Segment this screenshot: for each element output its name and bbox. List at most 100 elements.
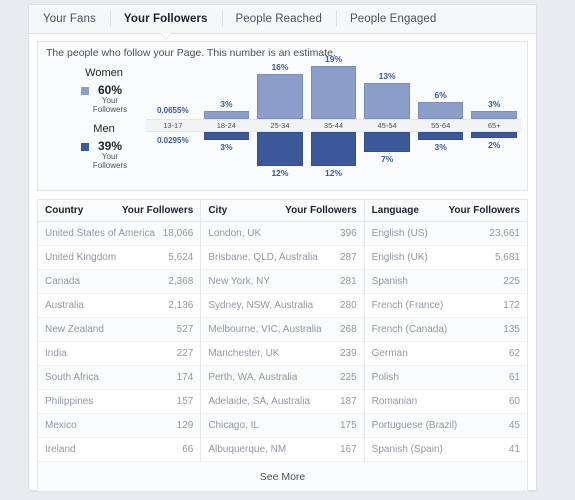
demographics-tables: Country Your Followers United States of Am…: [37, 199, 528, 462]
tab-your-followers[interactable]: Your Followers: [109, 5, 222, 39]
table-row[interactable]: English (UK) 5,681: [364, 246, 527, 270]
table-row[interactable]: Canada 2,368: [38, 270, 201, 294]
bar-men-65+[interactable]: [471, 131, 518, 138]
table-row[interactable]: Polish 61: [364, 366, 527, 390]
row-label: Polish: [371, 372, 399, 383]
tab-label: People Reached: [235, 13, 322, 25]
column-header-name[interactable]: Country: [45, 205, 83, 216]
table-row[interactable]: Romanian 60: [364, 390, 527, 414]
bar-men-45-54[interactable]: [364, 131, 410, 152]
row-label: Canada: [45, 276, 81, 287]
bar-women-65+[interactable]: [471, 110, 518, 119]
women-bar-cell: 3%: [200, 62, 254, 119]
tab-label: People Engaged: [349, 13, 437, 25]
axis-tick-35-44: 35-44: [306, 118, 361, 132]
row-label: Albuquerque, NM: [208, 444, 287, 455]
table-row[interactable]: Manchester, UK 239: [201, 342, 364, 366]
table-row[interactable]: French (France) 172: [364, 294, 527, 318]
axis-tick-label: 45-54: [377, 120, 397, 130]
chart-column-55-64: 6% 55-64 3%: [413, 62, 468, 188]
table-row[interactable]: Sydney, NSW, Australia 280: [201, 294, 364, 318]
tab-your-fans[interactable]: Your Fans: [29, 5, 110, 33]
legend-sub-men-1: Your: [101, 152, 119, 161]
row-label: Ireland: [45, 444, 76, 455]
row-label: Spanish (Spain): [371, 444, 443, 455]
table-row[interactable]: Brisbane, QLD, Australia 287: [201, 246, 364, 270]
legend-title-men: Men: [93, 123, 115, 135]
table-row[interactable]: Philippines 157: [38, 390, 201, 414]
row-label: French (Canada): [371, 324, 448, 335]
row-label: India: [45, 348, 67, 359]
table-row[interactable]: Adelaide, SA, Australia 187: [201, 390, 364, 414]
table-row[interactable]: Mexico 129: [38, 414, 201, 438]
column-header-followers[interactable]: Your Followers: [448, 205, 520, 216]
bar-women-35-44[interactable]: [310, 65, 357, 119]
axis-tick-55-64: 55-64: [413, 118, 468, 132]
axis-tick-25-34: 25-34: [253, 118, 307, 132]
row-label: South Africa: [45, 372, 99, 383]
column-header-followers[interactable]: Your Followers: [122, 205, 194, 216]
bar-women-18-24[interactable]: [203, 110, 250, 119]
bar-men-18-24[interactable]: [203, 131, 250, 140]
table-language: Language Your Followers English (US) 23,661…: [364, 200, 528, 462]
bar-label-men-13-17: 0.0295%: [156, 135, 189, 145]
women-bar-cell: 13%: [360, 62, 414, 119]
row-value: 5,624: [168, 252, 194, 263]
bar-label-women-45-54: 13%: [378, 70, 396, 81]
table-row[interactable]: Melbourne, VIC, Australia 268: [201, 318, 364, 342]
table-row[interactable]: French (Canada) 135: [364, 318, 527, 342]
table-row[interactable]: Albuquerque, NM 167: [201, 438, 364, 462]
bar-label-women-35-44: 19%: [325, 53, 343, 64]
chart-column-25-34: 16% 25-34 12%: [253, 62, 307, 188]
table-row[interactable]: Australia 2,136: [38, 294, 201, 318]
row-value: 62: [508, 348, 520, 359]
table-row[interactable]: English (US) 23,661: [364, 222, 527, 246]
tab-people-reached[interactable]: People Reached: [221, 5, 336, 33]
table-row[interactable]: United States of America 18,066: [38, 222, 201, 246]
row-value: 157: [176, 396, 194, 407]
table-row[interactable]: India 227: [38, 342, 201, 366]
see-more-button[interactable]: See More: [37, 462, 528, 492]
bar-women-55-64[interactable]: [417, 101, 464, 119]
axis-tick-18-24: 18-24: [199, 118, 254, 132]
bar-men-35-44[interactable]: [310, 131, 357, 166]
row-label: Sydney, NSW, Australia: [208, 300, 314, 311]
table-row[interactable]: Spanish (Spain) 41: [364, 438, 527, 462]
row-value: 527: [176, 324, 194, 335]
table-row[interactable]: United Kingdom 5,624: [38, 246, 201, 270]
bar-label-men-55-64: 3%: [434, 141, 447, 152]
bar-women-25-34[interactable]: [257, 73, 303, 119]
women-bar-cell: 16%: [253, 62, 307, 119]
table-row[interactable]: South Africa 174: [38, 366, 201, 390]
table-row[interactable]: London, UK 396: [201, 222, 364, 246]
women-bar-cell: 6%: [414, 62, 468, 119]
table-row[interactable]: Portuguese (Brazil) 45: [364, 414, 527, 438]
men-bar-cell: 12%: [307, 131, 361, 189]
bar-men-55-64[interactable]: [417, 131, 464, 140]
table-row[interactable]: Chicago, IL 175: [201, 414, 364, 438]
tab-people-engaged[interactable]: People Engaged: [335, 5, 450, 33]
column-header-name[interactable]: Language: [372, 205, 419, 216]
table-row[interactable]: New York, NY 281: [201, 270, 364, 294]
table-row[interactable]: Ireland 66: [38, 438, 201, 462]
row-value: 396: [339, 228, 357, 239]
table-row[interactable]: German 62: [364, 342, 527, 366]
men-bar-cell: 0.0295%: [146, 132, 200, 189]
column-header-name[interactable]: City: [208, 205, 227, 216]
followers-card: Your Fans Your Followers People Reached Peo…: [28, 4, 537, 492]
row-label: Manchester, UK: [208, 348, 280, 359]
column-header-followers[interactable]: Your Followers: [285, 205, 357, 216]
table-row[interactable]: Perth, WA, Australia 225: [201, 366, 364, 390]
axis-tick-label: 35-44: [323, 120, 344, 130]
row-value: 60: [508, 396, 520, 407]
chart-column-18-24: 3% 18-24 3%: [199, 62, 254, 189]
men-bar-cell: 3%: [200, 131, 254, 189]
row-value: 135: [503, 324, 520, 335]
women-bar-cell: 3%: [467, 62, 521, 119]
bar-men-25-34[interactable]: [257, 131, 303, 166]
table-row[interactable]: New Zealand 527: [38, 318, 201, 342]
bar-women-45-54[interactable]: [364, 82, 410, 119]
table-row[interactable]: Spanish 225: [364, 270, 527, 294]
legend-group-men: Men 39% Your Followers: [68, 123, 140, 170]
chart-description: The people who follow your Page. This nu…: [46, 47, 336, 59]
